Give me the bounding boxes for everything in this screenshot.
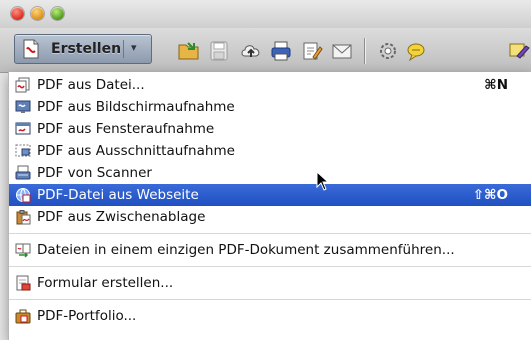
menu-divider — [9, 266, 531, 267]
upload-icon[interactable] — [240, 40, 262, 62]
webpage-icon — [16, 188, 31, 203]
create-button[interactable]: Erstellen ▾ — [14, 34, 152, 64]
chevron-down-icon[interactable]: ▾ — [131, 41, 137, 54]
create-dropdown-menu: PDF aus Datei... ⌘N PDF aus Bildschirmau… — [8, 72, 531, 340]
close-window-button[interactable] — [11, 7, 24, 20]
menu-item-combine-files[interactable]: Dateien in einem einzigen PDF-Dokument z… — [9, 239, 531, 261]
toolbar-separator — [364, 38, 365, 64]
pdf-from-file-icon — [15, 77, 30, 93]
settings-icon[interactable] — [377, 40, 399, 62]
menu-item-create-form[interactable]: Formular erstellen... — [9, 272, 531, 294]
menu-item-pdf-portfolio[interactable]: PDF-Portfolio... — [9, 305, 531, 327]
screenshot-icon — [15, 100, 31, 113]
menu-item-pdf-from-webpage[interactable]: PDF-Datei aus Webseite ⇧⌘O — [9, 184, 531, 206]
mouse-pointer-icon — [316, 171, 330, 191]
menu-item-pdf-from-window[interactable]: PDF aus Fensteraufnahme — [9, 118, 531, 140]
selection-capture-icon — [15, 144, 31, 157]
create-button-separator — [123, 40, 124, 58]
folder-open-icon[interactable] — [178, 40, 200, 62]
print-icon[interactable] — [270, 40, 292, 62]
menu-divider — [9, 299, 531, 300]
form-icon — [16, 275, 31, 291]
mail-icon[interactable] — [331, 40, 353, 62]
save-icon[interactable] — [208, 40, 230, 62]
menu-item-pdf-from-scanner[interactable]: PDF von Scanner — [9, 162, 531, 184]
combine-files-icon — [15, 243, 31, 258]
title-bar — [0, 0, 531, 28]
scanner-icon — [15, 165, 31, 180]
zoom-window-button[interactable] — [51, 7, 64, 20]
minimize-window-button[interactable] — [31, 7, 44, 20]
comment-icon[interactable] — [405, 40, 427, 62]
stamp-icon[interactable] — [508, 40, 530, 62]
menu-divider — [9, 233, 531, 234]
toolbar: Erstellen ▾ — [0, 28, 531, 73]
portfolio-icon — [15, 309, 31, 324]
create-button-label: Erstellen — [51, 41, 122, 57]
menu-item-pdf-from-selection[interactable]: PDF aus Ausschnittaufnahme — [9, 140, 531, 162]
menu-item-pdf-from-file[interactable]: PDF aus Datei... ⌘N — [9, 74, 531, 96]
menu-item-pdf-from-screenshot[interactable]: PDF aus Bildschirmaufnahme — [9, 96, 531, 118]
menu-item-pdf-from-clipboard[interactable]: PDF aus Zwischenablage — [9, 206, 531, 228]
create-pdf-icon — [23, 39, 39, 59]
window-capture-icon — [15, 122, 31, 135]
edit-icon[interactable] — [301, 40, 323, 62]
clipboard-icon — [16, 210, 31, 225]
